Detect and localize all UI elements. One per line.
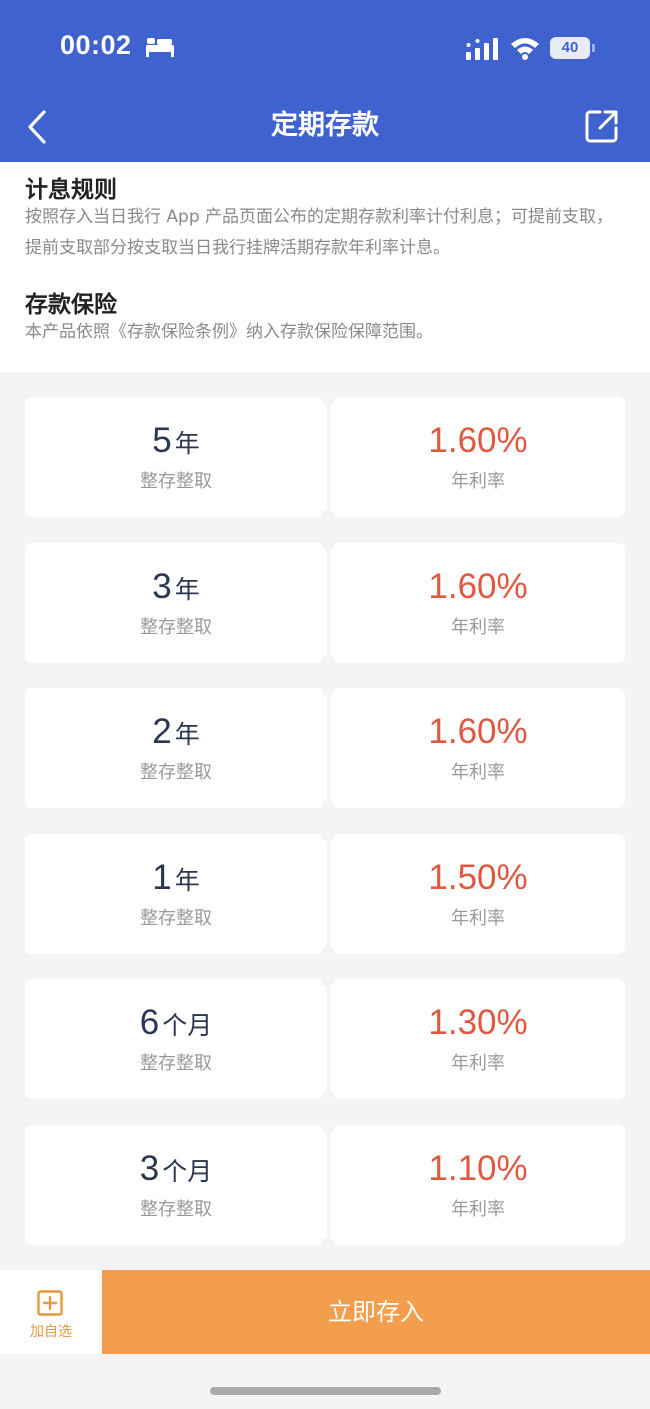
rule-text: 按照存入当日我行 App 产品页面公布的定期存款利率计付利息；可提前支取，提前支… (25, 207, 614, 258)
home-indicator[interactable] (210, 1387, 441, 1395)
rate-card: 1.10% 年利率 (331, 1124, 625, 1245)
ticket-notch (321, 800, 335, 809)
term-value: 3 (152, 566, 172, 606)
rate-label: 年利率 (451, 762, 505, 784)
term-unit: 年 (174, 574, 200, 604)
status-time: 00:02 (60, 30, 132, 60)
insurance-title: 存款保险 (25, 292, 117, 318)
bottom-bar: 加自选 立即存入 (0, 1270, 650, 1354)
rate-card: 1.30% 年利率 (331, 979, 625, 1100)
home-area (0, 1354, 650, 1409)
rate-label: 年利率 (451, 1053, 505, 1075)
rate-row-5y[interactable]: 5年 整存整取 1.60% 年利率 (25, 397, 625, 517)
term-value: 2 (152, 712, 172, 752)
rate-row-1y[interactable]: 1年 整存整取 1.50% 年利率 (25, 833, 625, 954)
term-unit: 年 (174, 720, 200, 750)
bed-icon (146, 38, 174, 57)
term-unit: 个月 (162, 1011, 213, 1041)
rate-card: 1.60% 年利率 (331, 397, 625, 517)
ticket-notch (321, 509, 335, 517)
term-card: 6 个月 整存整取 (25, 979, 327, 1100)
rate-value: 1.60% (428, 421, 528, 460)
rate-label: 年利率 (451, 1198, 505, 1220)
deposit-type: 整存整取 (140, 471, 212, 492)
rate-row-3m[interactable]: 3 个月 整存整取 1.10% 年利率 (25, 1124, 625, 1245)
rate-card: 1.60% 年利率 (331, 542, 625, 663)
ticket-notch (321, 1091, 335, 1100)
rate-list: 5年 整存整取 1.60% 年利率 3年 整存整取 1.60% 年利率 2年 整… (25, 397, 625, 1271)
battery-tip (592, 44, 595, 52)
rate-card: 1.60% 年利率 (331, 688, 625, 809)
ticket-notch (321, 1236, 335, 1245)
deposit-type: 整存整取 (140, 907, 212, 929)
add-favorite-button[interactable]: 加自选 (0, 1270, 102, 1354)
term-unit: 年 (174, 429, 200, 458)
rate-label: 年利率 (451, 907, 505, 929)
deposit-type: 整存整取 (140, 1053, 212, 1075)
rate-label: 年利率 (451, 616, 505, 638)
signal-icon (466, 38, 498, 60)
term-card: 3年 整存整取 (25, 542, 327, 663)
info-section: 计息规则 按照存入当日我行 App 产品页面公布的定期存款利率计付利息；可提前支… (0, 162, 650, 372)
rule-title: 计息规则 (25, 177, 117, 203)
term-card: 2年 整存整取 (25, 688, 327, 809)
rate-card: 1.50% 年利率 (331, 833, 625, 954)
share-button[interactable] (584, 108, 620, 144)
term-card: 3 个月 整存整取 (25, 1124, 327, 1245)
rate-value: 1.60% (428, 712, 528, 752)
deposit-type: 整存整取 (140, 1198, 212, 1220)
plus-square-icon (37, 1290, 63, 1316)
rate-row-3y[interactable]: 3年 整存整取 1.60% 年利率 (25, 542, 625, 663)
term-unit: 个月 (162, 1156, 213, 1186)
wifi-icon (511, 38, 539, 60)
rate-value: 1.10% (428, 1148, 528, 1188)
term-value: 1 (152, 857, 172, 897)
term-value: 5 (152, 421, 172, 460)
insurance-text: 本产品依照《存款保险条例》纳入存款保险保障范围。 (25, 322, 433, 342)
rate-label: 年利率 (451, 471, 505, 492)
term-value: 3 (139, 1148, 160, 1188)
deposit-type: 整存整取 (140, 616, 212, 638)
add-favorite-label: 加自选 (30, 1324, 72, 1340)
deposit-type: 整存整取 (140, 762, 212, 784)
term-card: 1年 整存整取 (25, 833, 327, 954)
term-unit: 年 (174, 865, 200, 895)
header: 00:02 40 定期存款 (0, 0, 650, 162)
battery-icon: 40 (550, 37, 590, 59)
term-card: 5年 整存整取 (25, 397, 327, 517)
rate-row-6m[interactable]: 6 个月 整存整取 1.30% 年利率 (25, 979, 625, 1100)
rate-value: 1.50% (428, 857, 528, 897)
page-title: 定期存款 (271, 110, 379, 141)
rate-row-2y[interactable]: 2年 整存整取 1.60% 年利率 (25, 688, 625, 809)
rate-value: 1.60% (428, 566, 528, 606)
deposit-now-button[interactable]: 立即存入 (102, 1270, 650, 1354)
rate-value: 1.30% (428, 1003, 528, 1043)
term-value: 6 (139, 1003, 160, 1043)
